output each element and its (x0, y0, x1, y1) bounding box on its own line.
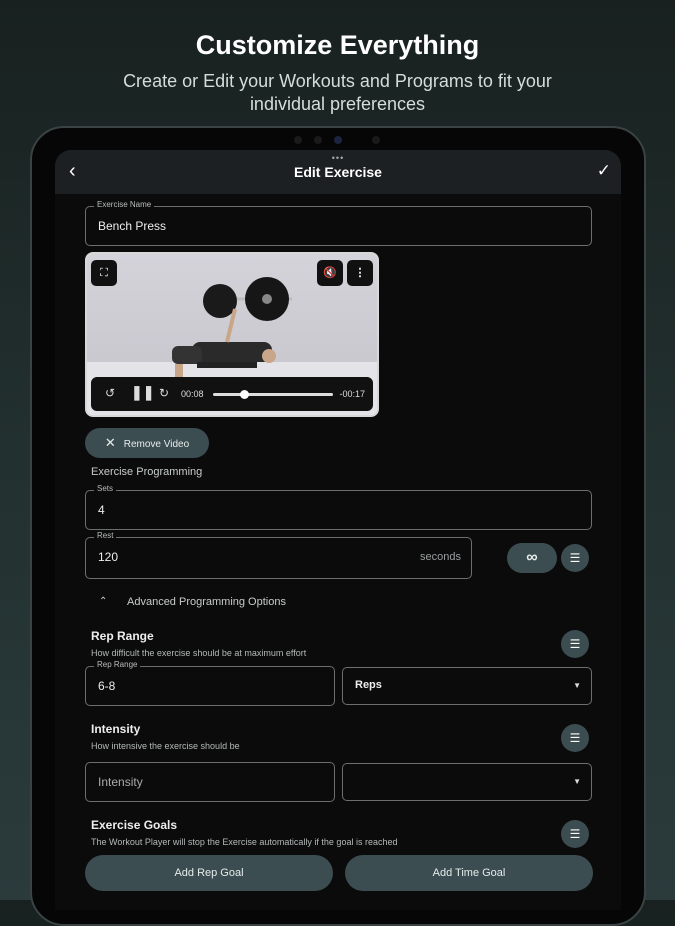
goals-title: Exercise Goals (91, 818, 178, 832)
field-value: 4 (98, 503, 105, 517)
intensity-title: Intensity (91, 722, 141, 736)
list-icon[interactable]: ☰ (561, 630, 589, 658)
pause-icon[interactable]: ❚❚ (131, 384, 154, 401)
section-heading: Exercise Programming (91, 466, 203, 478)
check-icon[interactable]: ✓ (597, 161, 611, 181)
remove-video-button[interactable]: ✕ Remove Video (85, 428, 209, 458)
seek-thumb[interactable] (240, 390, 250, 399)
rest-field[interactable]: Rest 120 seconds (85, 531, 472, 579)
page-title: Edit Exercise (294, 164, 382, 180)
button-label: Remove Video (123, 439, 190, 450)
hero-title: Customize Everything (195, 30, 480, 60)
goals-description: The Workout Player will stop the Exercis… (91, 837, 398, 847)
select-value: Reps (355, 679, 382, 691)
field-value: Bench Press (98, 219, 167, 233)
drag-handle-icon[interactable]: ••• (55, 153, 621, 163)
intensity-description: How intensive the exercise should be (91, 741, 240, 751)
more-vert-icon[interactable]: ⋮ (347, 260, 373, 286)
rep-range-title: Rep Range (91, 629, 154, 643)
mute-icon[interactable]: 🔇 (317, 260, 343, 286)
field-placeholder: Intensity (98, 775, 143, 789)
video-controls: ↺ ❚❚ ↻ 00:08 -00:17 (91, 377, 373, 411)
field-value: 6-8 (98, 679, 116, 693)
rep-unit-select[interactable]: Reps ▼ (342, 667, 592, 705)
intensity-field[interactable]: Intensity (85, 762, 335, 802)
fullscreen-icon[interactable]: ⛶ (91, 260, 117, 286)
sensor (294, 136, 302, 144)
caret-down-icon: ▼ (573, 681, 581, 690)
chevron-up-icon[interactable]: ⌃ (99, 596, 107, 607)
exercise-name-field[interactable]: Exercise Name Bench Press (85, 200, 592, 246)
caret-down-icon: ▼ (573, 777, 581, 786)
sensor (372, 136, 380, 144)
camera (334, 136, 342, 144)
intensity-unit-select[interactable]: ▼ (342, 763, 592, 801)
current-time: 00:08 (181, 389, 204, 399)
close-icon: ✕ (104, 435, 116, 450)
add-time-goal-button[interactable]: Add Time Goal (345, 855, 593, 891)
list-icon[interactable]: ☰ (561, 820, 589, 848)
advanced-options-toggle[interactable]: Advanced Programming Options (127, 596, 286, 608)
list-icon[interactable]: ☰ (561, 544, 589, 572)
field-label: Sets (94, 484, 117, 493)
rewind-icon[interactable]: ↺ (105, 386, 115, 400)
field-value: 120 (98, 550, 119, 564)
seek-bar[interactable] (213, 390, 333, 399)
field-label: Exercise Name (94, 200, 155, 209)
rep-range-field[interactable]: Rep Range 6-8 (85, 660, 335, 706)
field-label: Rep Range (94, 660, 141, 669)
top-bar: ••• ‹ Edit Exercise ✓ (55, 150, 621, 194)
field-label: Rest (94, 531, 117, 540)
remaining-time: -00:17 (339, 389, 365, 399)
rep-range-description: How difficult the exercise should be at … (91, 648, 307, 658)
tablet-frame: ••• ‹ Edit Exercise ✓ Exercise Name Benc… (30, 126, 646, 926)
add-rep-goal-button[interactable]: Add Rep Goal (85, 855, 333, 891)
video-player[interactable]: ⛶ 🔇 ⋮ ↺ ❚❚ ↻ 00:08 -00:17 (85, 252, 379, 417)
sets-field[interactable]: Sets 4 (85, 484, 592, 530)
sensor (314, 136, 322, 144)
hero-subtitle: Create or Edit your Workouts and Program… (123, 71, 552, 114)
infinity-rest-button[interactable]: ∞ (507, 543, 557, 573)
app-screen: ••• ‹ Edit Exercise ✓ Exercise Name Benc… (55, 150, 621, 910)
list-icon[interactable]: ☰ (561, 724, 589, 752)
forward-icon[interactable]: ↻ (159, 386, 169, 400)
field-suffix: seconds (420, 551, 461, 563)
